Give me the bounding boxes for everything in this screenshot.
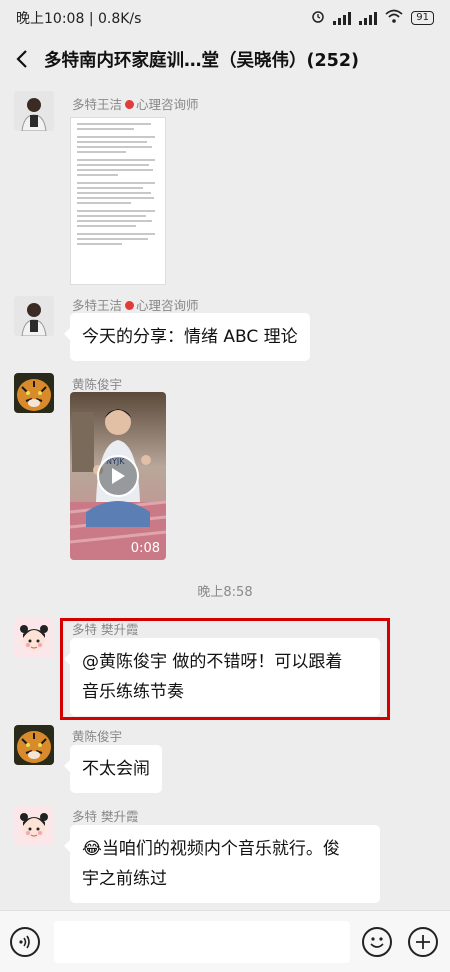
sender-name: 黄陈俊宇 <box>72 729 123 744</box>
status-left: 晚上10:08 | 0.8K/s <box>16 8 141 28</box>
voice-icon[interactable] <box>10 927 40 957</box>
pin-icon <box>125 301 135 310</box>
chat-header: 多特南内环家庭训…堂（吴晓伟）(252) <box>0 36 450 82</box>
wifi-icon <box>385 9 403 27</box>
play-icon[interactable] <box>97 455 139 497</box>
pin-icon <box>125 100 135 109</box>
sender-title: 心理咨询师 <box>136 97 199 112</box>
sender-name-text: 多特王洁 <box>72 97 123 112</box>
sender-name: 多特王洁 心理咨询师 <box>72 295 199 314</box>
message-bubble[interactable]: 今天的分享：情绪 ABC 理论 <box>64 313 310 361</box>
avatar-huangchenjunyu[interactable] <box>14 725 54 765</box>
crying-laughing-emoji-icon: 😂 <box>82 839 102 859</box>
message-bubble[interactable]: 😂当咱们的视频内个音乐就行。俊 宇之前练过 <box>64 825 380 903</box>
status-network-speed: 0.8K/s <box>97 11 142 27</box>
chat-title: 多特南内环家庭训…堂（吴晓伟）(252) <box>44 50 360 71</box>
battery-icon: 91 <box>411 11 434 25</box>
avatar-wangjie[interactable] <box>14 296 54 336</box>
message-text: 当咱们的视频内个音乐就行。俊 <box>101 839 340 859</box>
message-bubble[interactable]: @黄陈俊宇 做的不错呀！可以跟着 音乐练练节奏 <box>64 638 380 716</box>
status-speed-separator: | <box>88 11 98 27</box>
sender-title: 心理咨询师 <box>136 298 199 313</box>
message-text: 不太会闹 <box>82 759 150 779</box>
input-bar <box>0 910 450 972</box>
status-right: 91 <box>311 9 434 27</box>
sender-name: 多特 樊升霞 <box>72 622 139 637</box>
sender-name: 多特王洁 心理咨询师 <box>72 94 199 113</box>
status-time: 晚上10:08 <box>16 11 85 27</box>
message-text-line: @黄陈俊宇 做的不错呀！可以跟着 <box>82 652 343 672</box>
sender-name: 黄陈俊宇 <box>72 377 123 392</box>
message-text: 今天的分享：情绪 ABC 理论 <box>82 327 298 347</box>
status-bar: 晚上10:08 | 0.8K/s 91 <box>0 0 450 36</box>
message-text-line: 宇之前练过 <box>82 869 167 889</box>
message-text-line: 😂当咱们的视频内个音乐就行。俊 <box>82 834 368 864</box>
back-arrow-icon[interactable] <box>0 36 44 82</box>
emoji-icon[interactable] <box>362 927 392 957</box>
avatar-huangchenjunyu[interactable] <box>14 373 54 413</box>
sender-name: 多特 樊升霞 <box>72 809 139 824</box>
file-thumbnail[interactable] <box>70 117 166 285</box>
video-duration: 0:08 <box>130 541 160 556</box>
alarm-icon <box>311 9 325 27</box>
message-text-line: 音乐练练节奏 <box>82 682 184 702</box>
sender-name-text: 多特王洁 <box>72 298 123 313</box>
avatar-fanshengxia[interactable] <box>14 618 54 658</box>
plus-icon[interactable] <box>408 927 438 957</box>
video-thumbnail[interactable]: NYJK 0:08 <box>70 392 166 560</box>
avatar-wangjie[interactable] <box>14 91 54 131</box>
signal-icon <box>333 11 352 25</box>
avatar-fanshengxia[interactable] <box>14 806 54 846</box>
chat-timestamp: 晚上8:58 <box>197 585 253 600</box>
message-bubble[interactable]: 不太会闹 <box>64 745 162 793</box>
signal-hd-icon <box>359 11 378 25</box>
message-input[interactable] <box>54 921 350 963</box>
